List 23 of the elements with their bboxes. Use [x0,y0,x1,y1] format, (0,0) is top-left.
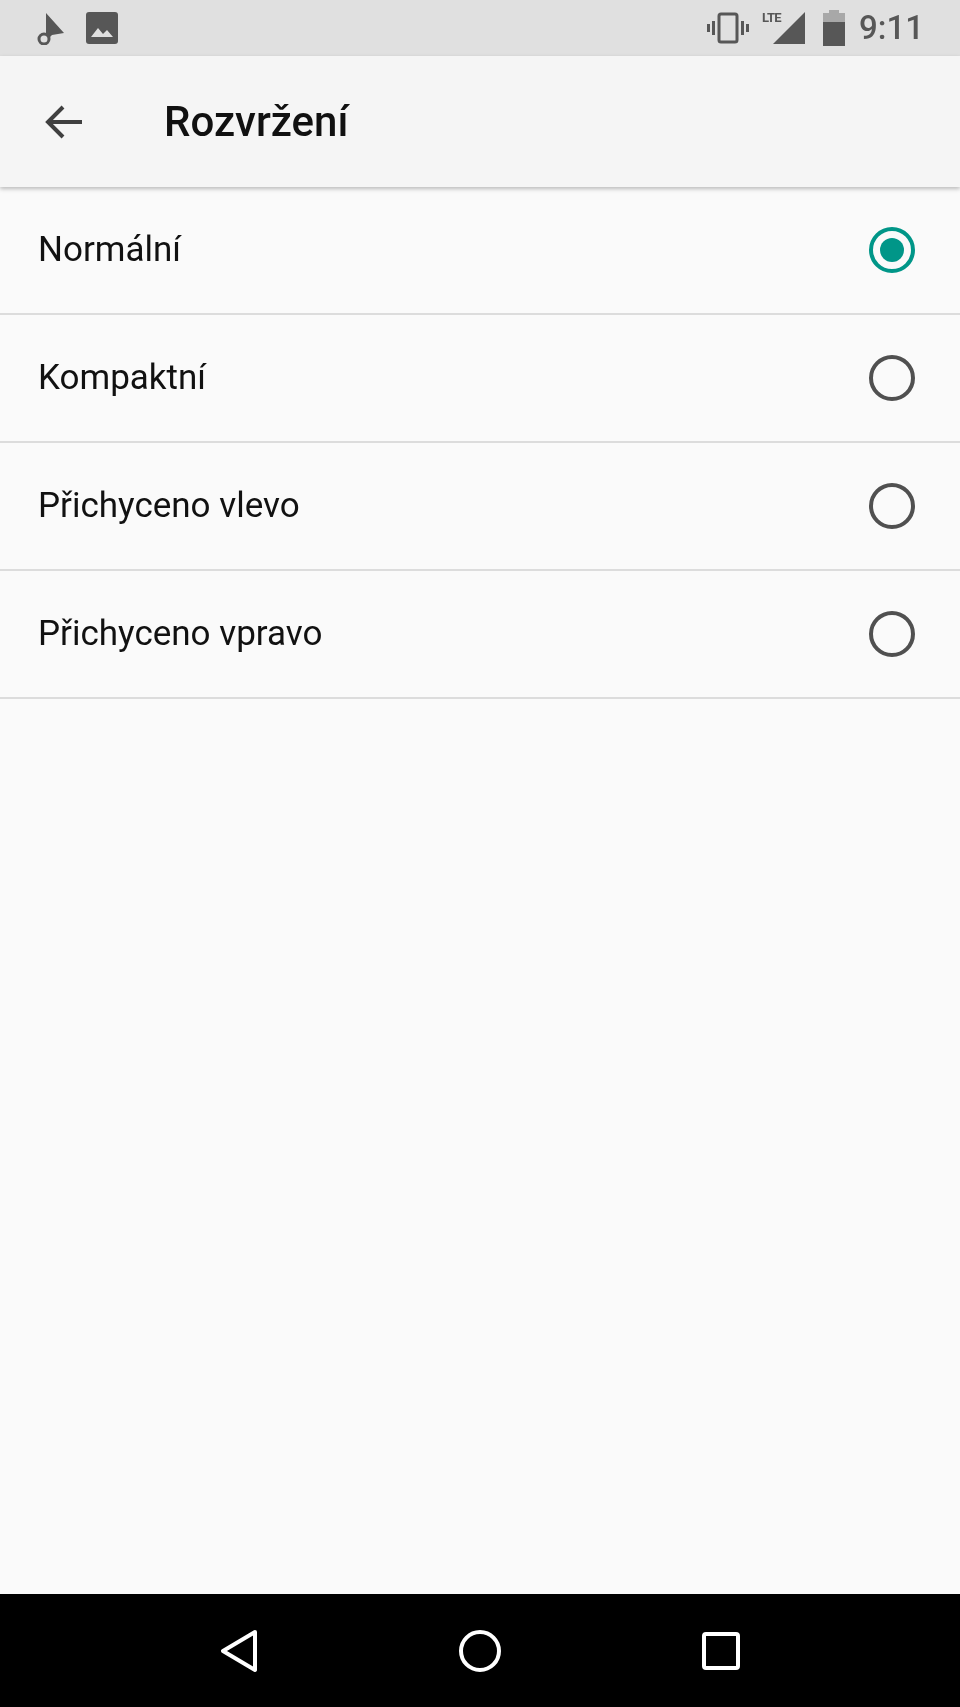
option-row[interactable]: Přichyceno vpravo [0,571,960,699]
notification-icon [36,11,66,45]
back-icon [44,103,84,140]
option-row[interactable]: Normální [0,187,960,315]
back-nav-icon[interactable] [219,1627,259,1674]
overview-icon[interactable] [701,1630,741,1671]
radio-button[interactable] [868,226,916,274]
network-type: LTE [762,9,782,27]
option-label: Přichyceno vlevo [38,483,300,528]
radio-button[interactable] [868,610,916,658]
clock: 9:11 [859,7,924,50]
option-row[interactable]: Kompaktní [0,315,960,443]
home-icon[interactable] [457,1627,503,1674]
radio-button[interactable] [868,482,916,530]
vibrate-icon [706,12,750,44]
radio-button[interactable] [868,354,916,402]
option-row[interactable]: Přichyceno vlevo [0,443,960,571]
image-icon [86,12,118,44]
option-label: Normální [38,227,182,272]
option-label: Přichyceno vpravo [38,611,323,656]
battery-icon [823,10,846,46]
screen-title: Rozvržení [164,96,349,148]
option-label: Kompaktní [38,355,207,400]
